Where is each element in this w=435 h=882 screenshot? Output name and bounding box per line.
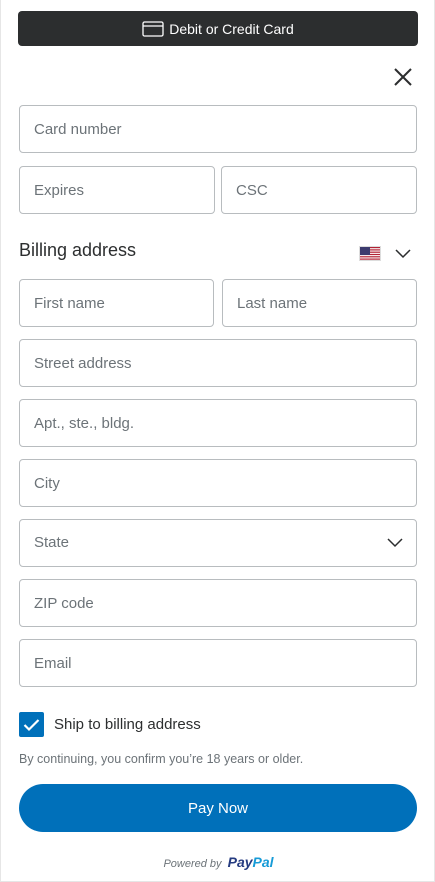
last-name-input[interactable] bbox=[223, 280, 416, 326]
state-select[interactable]: State bbox=[19, 519, 417, 567]
checkmark-icon bbox=[23, 718, 40, 731]
zip-code-input[interactable] bbox=[20, 580, 416, 626]
powered-by-footer: Powered by PayPal bbox=[1, 854, 435, 870]
street-address-input[interactable] bbox=[20, 340, 416, 386]
expires-field bbox=[19, 166, 215, 214]
csc-field bbox=[221, 166, 417, 214]
state-select-value: State bbox=[34, 534, 70, 551]
powered-by-text: Powered by bbox=[163, 858, 222, 870]
us-flag-icon bbox=[359, 245, 381, 261]
email-field bbox=[19, 639, 417, 687]
close-icon bbox=[394, 68, 412, 86]
credit-card-icon bbox=[142, 20, 164, 38]
age-disclaimer: By continuing, you confirm you’re 18 yea… bbox=[19, 752, 304, 766]
apt-field bbox=[19, 399, 417, 447]
chevron-down-icon bbox=[386, 535, 404, 551]
card-number-field bbox=[19, 105, 417, 153]
csc-input[interactable] bbox=[222, 167, 416, 213]
first-name-field bbox=[19, 279, 214, 327]
paypal-logo-pay: Pay bbox=[227, 854, 253, 870]
close-button[interactable] bbox=[391, 65, 415, 89]
city-field bbox=[19, 459, 417, 507]
chevron-down-icon bbox=[394, 247, 412, 259]
ship-to-billing-label: Ship to billing address bbox=[54, 716, 201, 733]
last-name-field bbox=[222, 279, 417, 327]
card-payment-form: Debit or Credit Card Billing address bbox=[0, 0, 435, 882]
paypal-logo: PayPal bbox=[228, 854, 274, 870]
ship-to-billing-checkbox[interactable] bbox=[19, 712, 44, 737]
billing-address-title: Billing address bbox=[19, 240, 137, 260]
country-selector[interactable] bbox=[359, 242, 415, 264]
paypal-logo-pal: Pal bbox=[252, 854, 274, 870]
email-input[interactable] bbox=[20, 640, 416, 686]
first-name-input[interactable] bbox=[20, 280, 213, 326]
city-input[interactable] bbox=[20, 460, 416, 506]
street-address-field bbox=[19, 339, 417, 387]
card-number-input[interactable] bbox=[20, 106, 416, 152]
debit-credit-card-button[interactable]: Debit or Credit Card bbox=[18, 11, 418, 46]
apt-input[interactable] bbox=[20, 400, 416, 446]
debit-credit-card-label: Debit or Credit Card bbox=[169, 20, 294, 37]
zip-code-field bbox=[19, 579, 417, 627]
expires-input[interactable] bbox=[20, 167, 214, 213]
pay-now-button[interactable]: Pay Now bbox=[19, 784, 417, 832]
